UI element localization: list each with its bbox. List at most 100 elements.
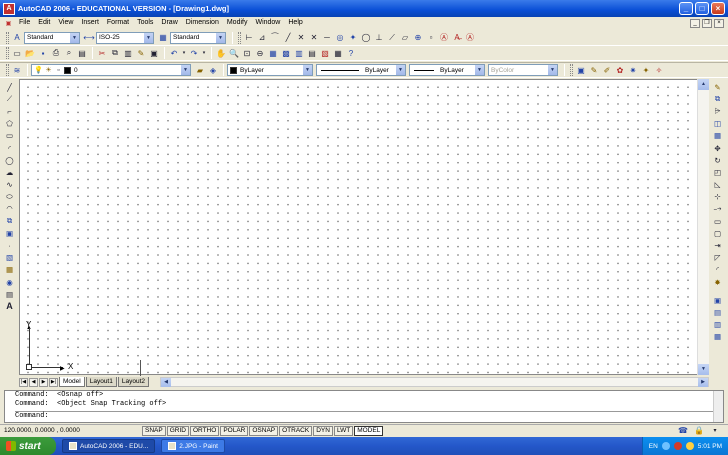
menu-insert[interactable]: Insert <box>78 17 102 29</box>
cut-icon[interactable]: ✂ <box>96 47 108 59</box>
undo-icon[interactable]: ↶ <box>168 47 180 59</box>
menu-help[interactable]: Help <box>285 17 305 29</box>
angular-dimension-icon[interactable]: ◎ <box>334 32 346 44</box>
save-icon[interactable]: ▪ <box>37 47 49 59</box>
tool-palettes-icon[interactable]: ▥ <box>293 47 305 59</box>
scroll-left-icon[interactable]: ◀ <box>161 378 171 387</box>
ortho-toggle[interactable]: ORTHO <box>189 425 220 436</box>
first-tab-button[interactable]: |◀ <box>19 378 28 387</box>
calculator-icon[interactable]: ▦ <box>332 47 344 59</box>
toolbar-grip[interactable] <box>6 64 9 76</box>
toolbar-grip[interactable] <box>238 31 241 44</box>
redo-icon[interactable]: ↷ <box>188 47 200 59</box>
fillet-icon[interactable]: ◜ <box>712 264 724 276</box>
linear-dimension-icon[interactable]: ⊢ <box>243 32 255 44</box>
leader-icon[interactable]: ⟋ <box>386 32 398 44</box>
communication-center-icon[interactable]: ☎ <box>677 425 689 437</box>
dimension-text-edit-icon[interactable]: Ⓐ <box>438 32 450 44</box>
lineweight-control-select[interactable]: ByLayer ▼ <box>409 64 485 76</box>
tab-layout1[interactable]: Layout1 <box>85 377 117 387</box>
bring-to-front-icon[interactable]: ▤ <box>712 306 724 318</box>
explode-icon[interactable]: ✸ <box>712 276 724 288</box>
menu-window[interactable]: Window <box>252 17 283 29</box>
design-center-icon[interactable]: ▩ <box>280 47 292 59</box>
revision-cloud-icon[interactable]: ☁ <box>4 166 16 178</box>
move-icon[interactable]: ✥ <box>712 142 724 154</box>
dimension-update-icon[interactable]: A̶ <box>451 32 463 44</box>
linetype-control-select[interactable]: ByLayer ▼ <box>316 64 406 76</box>
offset-icon[interactable]: ◫ <box>712 118 724 130</box>
paste-icon[interactable]: ▥ <box>122 47 134 59</box>
command-prompt[interactable]: Command: <box>15 411 723 421</box>
language-indicator[interactable]: EN <box>649 443 658 450</box>
layer-isolate-icon[interactable]: ▣ <box>575 64 587 76</box>
table-style-select[interactable]: Standard ▼ <box>170 31 226 44</box>
taskbar-autocad[interactable]: AutoCAD 2006 - EDU... <box>62 439 156 453</box>
layer-select[interactable]: 💡 ☀ ▫ 0 ▼ <box>31 64 191 76</box>
status-menu-icon[interactable]: ▾ <box>709 425 721 437</box>
jogged-dimension-icon[interactable]: ✕ <box>308 32 320 44</box>
menu-dimension[interactable]: Dimension <box>183 17 222 29</box>
baseline-dimension-icon[interactable]: ◯ <box>360 32 372 44</box>
arc-icon[interactable]: ◜ <box>4 142 16 154</box>
aligned-dimension-icon[interactable]: ⊿ <box>256 32 268 44</box>
clock[interactable]: 5:01 PM <box>698 443 722 450</box>
menu-edit[interactable]: Edit <box>35 17 53 29</box>
rectangle-icon[interactable]: ▭ <box>4 130 16 142</box>
scroll-up-icon[interactable]: ▲ <box>698 79 709 90</box>
previous-tab-button[interactable]: ◀ <box>29 378 38 387</box>
layer-off-icon[interactable]: ✷ <box>627 64 639 76</box>
layer-previous-icon[interactable]: ◈ <box>207 64 219 76</box>
markup-icon[interactable]: ▧ <box>319 47 331 59</box>
continue-dimension-icon[interactable]: ⊥ <box>373 32 385 44</box>
taskbar-paint[interactable]: 2.JPG - Paint <box>161 439 225 453</box>
model-space-toggle[interactable]: MODEL <box>354 425 384 436</box>
horizontal-scrollbar[interactable]: ◀ ▶ <box>160 377 709 387</box>
new-file-icon[interactable]: ▭ <box>11 47 23 59</box>
gradient-icon[interactable]: ▦ <box>4 264 16 276</box>
scroll-down-icon[interactable]: ▼ <box>698 364 709 375</box>
erase-icon[interactable]: ✎ <box>712 81 724 93</box>
join-icon[interactable]: ⇥ <box>712 239 724 251</box>
break-icon[interactable]: ▢ <box>712 227 724 239</box>
publish-icon[interactable]: ▤ <box>76 47 88 59</box>
match-properties-icon[interactable]: ✎ <box>135 47 147 59</box>
construction-line-icon[interactable]: ⟋ <box>4 93 16 105</box>
tolerance-icon[interactable]: ▱ <box>399 32 411 44</box>
zoom-realtime-icon[interactable]: 🔍 <box>228 47 240 59</box>
menu-format[interactable]: Format <box>104 17 132 29</box>
lwt-toggle[interactable]: LWT <box>333 425 354 436</box>
scale-icon[interactable]: ◰ <box>712 166 724 178</box>
otrack-toggle[interactable]: OTRACK <box>279 425 313 436</box>
make-block-icon[interactable]: ▣ <box>4 227 16 239</box>
tab-layout2[interactable]: Layout2 <box>117 377 149 387</box>
zoom-previous-icon[interactable]: ⊖ <box>254 47 266 59</box>
text-style-select[interactable]: Standard ▼ <box>24 31 80 44</box>
redo-dropdown-icon[interactable]: ▾ <box>201 47 207 59</box>
doc-restore-button[interactable]: ❐ <box>702 18 712 28</box>
network-icon[interactable] <box>661 442 670 450</box>
document-icon[interactable]: ▣ <box>4 19 13 28</box>
chamfer-icon[interactable]: ◸ <box>712 252 724 264</box>
dimension-override-icon[interactable]: Ⓐ <box>464 32 476 44</box>
next-tab-button[interactable]: ▶ <box>39 378 48 387</box>
table-style-icon[interactable]: ▦ <box>157 32 169 44</box>
last-tab-button[interactable]: ▶| <box>49 378 58 387</box>
scroll-right-icon[interactable]: ▶ <box>698 378 708 387</box>
doc-minimize-button[interactable]: _ <box>690 18 700 28</box>
copy-object-icon[interactable]: ⧉ <box>712 93 724 105</box>
block-editor-icon[interactable]: ▣ <box>148 47 160 59</box>
point-icon[interactable]: · <box>4 239 16 251</box>
table-icon[interactable]: ▤ <box>4 288 16 300</box>
insert-block-icon[interactable]: ⧉ <box>4 215 16 227</box>
vertical-scrollbar[interactable]: ▲ ▼ <box>697 79 709 375</box>
polar-toggle[interactable]: POLAR <box>220 425 249 436</box>
diameter-dimension-icon[interactable]: ─ <box>321 32 333 44</box>
toolbar-grip[interactable] <box>6 31 9 44</box>
hatch-icon[interactable]: ▧ <box>4 252 16 264</box>
extend-icon[interactable]: ⤍ <box>712 203 724 215</box>
layer-match-icon[interactable]: ✎ <box>588 64 600 76</box>
region-icon[interactable]: ◉ <box>4 276 16 288</box>
sheet-set-icon[interactable]: ▤ <box>306 47 318 59</box>
send-to-back-icon[interactable]: ▥ <box>712 319 724 331</box>
